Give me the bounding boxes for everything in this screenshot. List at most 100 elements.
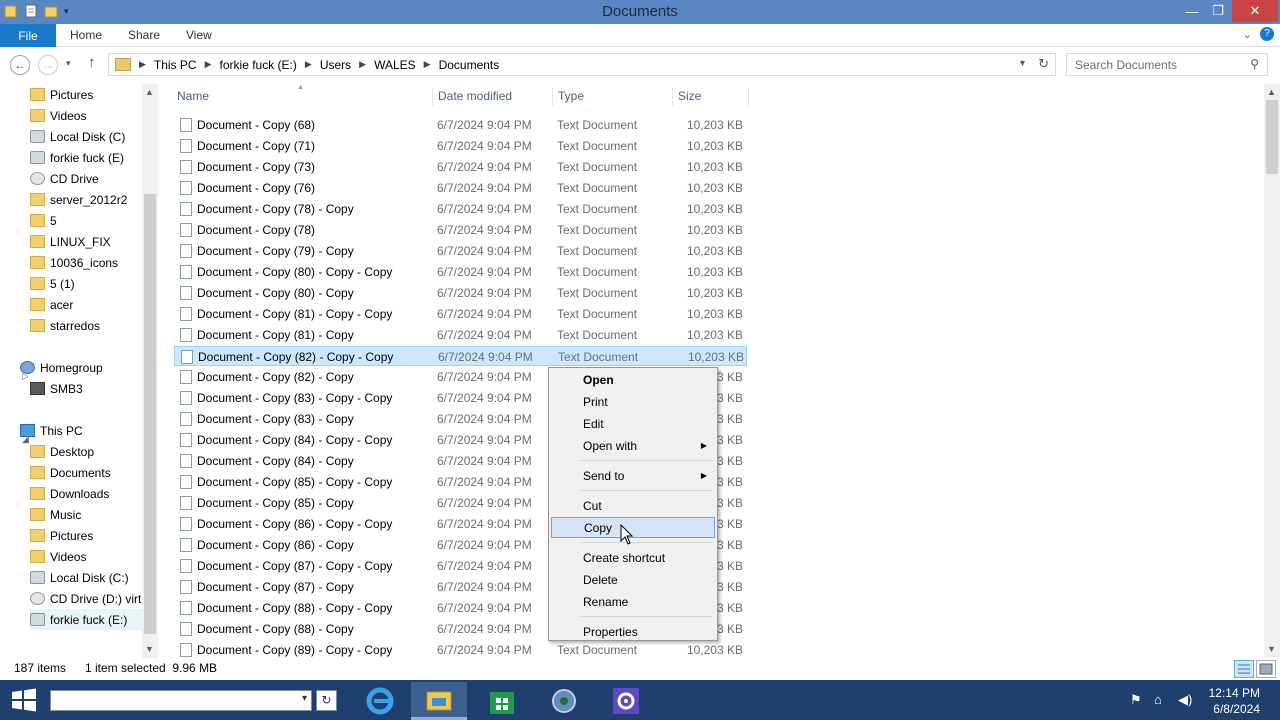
breadcrumb-users[interactable]: Users	[320, 58, 351, 72]
nav-item-acer[interactable]: acer	[30, 294, 142, 315]
search-icon[interactable]: ⚲	[1250, 57, 1259, 71]
scroll-down-icon[interactable]: ▼	[1267, 644, 1276, 654]
nav-item-smb3[interactable]: SMB3	[30, 378, 142, 399]
internet-explorer-button[interactable]	[352, 682, 408, 720]
menu-item-cut[interactable]: Cut	[551, 495, 715, 516]
expand-ribbon-icon[interactable]: ⌄	[1243, 28, 1252, 41]
nav-item-5-1[interactable]: 5 (1)	[30, 273, 142, 294]
store-button[interactable]	[474, 682, 530, 720]
file-row[interactable]: Document - Copy (78) 6/7/2024 9:04 PM Text…	[174, 220, 747, 240]
menu-item-delete[interactable]: Delete	[551, 569, 715, 590]
search-input[interactable]: Search Documents ⚲	[1066, 53, 1268, 76]
settings-app-button[interactable]	[598, 682, 654, 720]
taskbar-address-input[interactable]: ▾	[50, 690, 312, 711]
column-divider[interactable]	[552, 88, 553, 106]
large-icons-view-button[interactable]	[1256, 660, 1276, 678]
file-explorer-button[interactable]	[411, 682, 467, 720]
column-header-name[interactable]: Name	[177, 89, 209, 103]
file-row[interactable]: Document - Copy (81) - Copy 6/7/2024 9:04…	[174, 325, 747, 345]
back-button[interactable]: ←	[10, 55, 30, 75]
nav-item-cd-drive-d-virt[interactable]: CD Drive (D:) virt	[30, 588, 142, 609]
network-app-button[interactable]	[536, 682, 592, 720]
column-divider[interactable]	[748, 88, 749, 106]
nav-item-pictures[interactable]: Pictures	[30, 84, 142, 105]
chevron-right-icon[interactable]: ▶	[359, 59, 366, 70]
tab-share[interactable]: Share	[128, 28, 160, 42]
column-header-size[interactable]: Size	[678, 89, 701, 103]
details-view-button[interactable]	[1234, 660, 1254, 678]
scroll-up-icon[interactable]: ▲	[1267, 87, 1276, 97]
tab-view[interactable]: View	[186, 28, 212, 42]
file-row[interactable]: Document - Copy (73) 6/7/2024 9:04 PM Text…	[174, 157, 747, 177]
chevron-right-icon[interactable]: ▶	[424, 59, 431, 70]
chevron-right-icon[interactable]: ▶	[305, 59, 312, 70]
file-list-scrollbar[interactable]: ▲ ▼	[1264, 84, 1280, 658]
nav-item-local-disk-c[interactable]: Local Disk (C)	[30, 126, 142, 147]
file-row[interactable]: Document - Copy (81) - Copy - Copy 6/7/20…	[174, 304, 747, 324]
nav-item-5[interactable]: 5	[30, 210, 142, 231]
menu-item-open-with[interactable]: Open with ▶	[551, 435, 715, 456]
file-row[interactable]: Document - Copy (78) - Copy 6/7/2024 9:04…	[174, 199, 747, 219]
volume-icon[interactable]: ◀)	[1178, 692, 1192, 708]
column-header-date[interactable]: Date modified	[438, 89, 512, 103]
nav-item-homegroup[interactable]: Homegroup	[20, 357, 142, 378]
nav-scrollbar-thumb[interactable]	[144, 194, 156, 634]
menu-item-edit[interactable]: Edit	[551, 413, 715, 434]
taskbar-refresh-button[interactable]: ↻	[316, 690, 337, 711]
nav-item-local-disk-c[interactable]: Local Disk (C:)	[30, 567, 142, 588]
nav-item-music[interactable]: Music	[30, 504, 142, 525]
close-button[interactable]: ✕	[1232, 0, 1278, 22]
tab-file[interactable]: File	[0, 24, 56, 47]
file-row[interactable]: Document - Copy (80) - Copy 6/7/2024 9:04…	[174, 283, 747, 303]
nav-item-starredos[interactable]: starredos	[30, 315, 142, 336]
chevron-right-icon[interactable]: ▶	[139, 59, 146, 70]
chevron-right-icon[interactable]: ▶	[205, 59, 212, 70]
nav-item-server-2012r2[interactable]: server_2012r2	[30, 189, 142, 210]
windows-start-icon[interactable]	[10, 688, 38, 712]
nav-item-forkie-fuck-e[interactable]: forkie fuck (E)	[30, 147, 142, 168]
nav-item-forkie-fuck-e[interactable]: forkie fuck (E:)	[30, 609, 142, 630]
breadcrumb-documents[interactable]: Documents	[439, 58, 500, 72]
recent-locations-icon[interactable]: ▾	[66, 58, 71, 69]
file-row[interactable]: Document - Copy (82) - Copy - Copy 6/7/20…	[174, 346, 747, 366]
scroll-down-icon[interactable]: ▼	[145, 644, 154, 654]
scroll-up-icon[interactable]: ▲	[145, 87, 154, 97]
nav-item-desktop[interactable]: Desktop	[30, 441, 142, 462]
nav-item-this-pc[interactable]: This PC	[20, 420, 142, 441]
maximize-button[interactable]: ❐	[1204, 0, 1232, 22]
dropdown-icon[interactable]: ▾	[302, 693, 307, 704]
menu-item-print[interactable]: Print	[551, 391, 715, 412]
forward-button[interactable]: →	[38, 55, 58, 75]
minimize-button[interactable]: —	[1178, 0, 1206, 22]
menu-item-send-to[interactable]: Send to ▶	[551, 465, 715, 486]
refresh-icon[interactable]: ↻	[1038, 56, 1049, 72]
nav-item-10036-icons[interactable]: 10036_icons	[30, 252, 142, 273]
address-dropdown-icon[interactable]: ▾	[1020, 58, 1025, 69]
nav-scrollbar[interactable]: ▲ ▼	[142, 84, 158, 658]
up-button[interactable]: ↑	[88, 54, 96, 71]
nav-item-documents[interactable]: Documents	[30, 462, 142, 483]
nav-item-linux-fix[interactable]: LINUX_FIX	[30, 231, 142, 252]
breadcrumb-this-pc[interactable]: This PC	[154, 58, 197, 72]
menu-item-properties[interactable]: Properties	[551, 621, 715, 642]
file-row[interactable]: Document - Copy (80) - Copy - Copy 6/7/20…	[174, 262, 747, 282]
nav-item-videos[interactable]: Videos	[30, 105, 142, 126]
column-header-type[interactable]: Type	[558, 89, 584, 103]
nav-item-pictures[interactable]: Pictures	[30, 525, 142, 546]
tab-home[interactable]: Home	[70, 28, 102, 42]
nav-item-cd-drive[interactable]: CD Drive	[30, 168, 142, 189]
menu-item-open[interactable]: Open	[551, 369, 715, 390]
file-row[interactable]: Document - Copy (68) 6/7/2024 9:04 PM Text…	[174, 115, 747, 135]
clock[interactable]: 12:14 PM 6/8/2024	[1209, 685, 1260, 717]
menu-item-rename[interactable]: Rename	[551, 591, 715, 612]
column-divider[interactable]	[672, 88, 673, 106]
network-icon[interactable]: ⌂	[1154, 692, 1162, 707]
file-row[interactable]: Document - Copy (79) - Copy 6/7/2024 9:04…	[174, 241, 747, 261]
menu-item-create-shortcut[interactable]: Create shortcut	[551, 547, 715, 568]
breadcrumb-drive[interactable]: forkie fuck (E:)	[220, 58, 297, 72]
file-row[interactable]: Document - Copy (89) - Copy - Copy 6/7/20…	[174, 640, 747, 658]
help-icon[interactable]: ?	[1260, 27, 1274, 41]
file-row[interactable]: Document - Copy (76) 6/7/2024 9:04 PM Text…	[174, 178, 747, 198]
column-divider[interactable]	[432, 88, 433, 106]
file-list-scrollbar-thumb[interactable]	[1266, 100, 1278, 174]
